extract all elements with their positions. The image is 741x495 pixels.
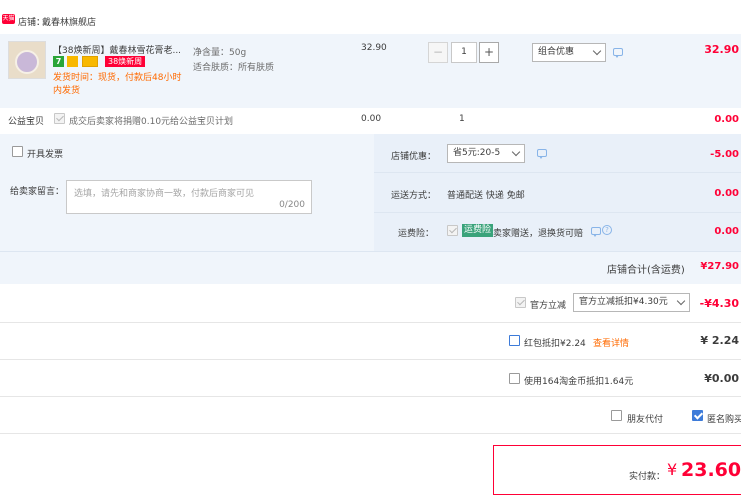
shop-label: 店铺：: [18, 18, 46, 28]
red-packet-checkbox[interactable]: [509, 335, 520, 346]
charity-label: 公益宝贝: [8, 117, 45, 127]
coins-amount: ¥0.00: [704, 372, 739, 385]
chat-icon[interactable]: [613, 48, 623, 58]
shop-total-label: 店铺合计(含运费): [607, 265, 685, 276]
message-textarea[interactable]: 选填，请先和商家协商一致，付款后商家可见 0/200: [66, 180, 312, 214]
promo-select-value: 组合优惠: [538, 47, 575, 57]
promo-tag: 38焕新周: [105, 56, 146, 67]
anonymous-label: 匿名购买: [707, 415, 741, 425]
insurance-label: 运费险：: [398, 229, 435, 239]
shipping-note: 发货时间：现货，付款后48小时内发货: [53, 73, 182, 96]
row-divider: [374, 212, 741, 213]
insurance-checkbox[interactable]: [447, 225, 458, 236]
divider: [0, 433, 741, 434]
red-packet-amount: ¥ 2.24: [700, 334, 739, 347]
charity-price: 0.00: [361, 114, 382, 124]
chat-icon[interactable]: [591, 227, 601, 237]
shop-total-amount: ¥27.90: [700, 261, 739, 272]
item-row: 【38焕新周】戴春林雪花膏老... 7 38焕新周 发货时间：现货，付款后48小…: [0, 34, 741, 108]
invoice-label: 开具发票: [27, 150, 64, 160]
tmall-badge: 天猫: [2, 14, 15, 24]
delivery-method: 普通配送 快递 免邮: [447, 191, 525, 201]
seven-day-return-icon: 7: [53, 56, 64, 67]
charity-text: 成交后卖家将捐赠0.10元给公益宝贝计划: [69, 117, 234, 127]
insurance-amount: 0.00: [714, 226, 739, 237]
official-discount-checkbox[interactable]: [515, 297, 526, 308]
insurance-tag: 运费险: [462, 224, 494, 237]
chat-icon[interactable]: [537, 149, 547, 159]
help-icon[interactable]: ?: [602, 225, 612, 235]
delivery-label: 运送方式：: [391, 191, 437, 201]
guarantee-icon: [67, 56, 78, 67]
official-discount-value: 官方立减抵扣¥4.30元: [579, 297, 668, 307]
friend-pay-label: 朋友代付: [627, 415, 664, 425]
official-discount-select[interactable]: 官方立减抵扣¥4.30元: [573, 293, 690, 312]
promo-select[interactable]: 组合优惠: [532, 43, 606, 62]
payment-currency: ¥: [667, 460, 678, 479]
store-discount-select[interactable]: 省5元:20-5: [447, 144, 525, 163]
decrement-button[interactable]: −: [428, 42, 448, 63]
divider: [0, 396, 741, 397]
increment-button[interactable]: +: [479, 42, 499, 63]
card-icon: [82, 56, 98, 67]
store-discount-amount: -5.00: [710, 149, 739, 160]
chevron-down-icon: [676, 296, 686, 306]
store-discount-label: 店铺优惠：: [391, 152, 437, 162]
item-subtotal: 32.90: [704, 43, 739, 56]
message-label: 给卖家留言：: [10, 187, 65, 197]
payment-amount: 23.60: [681, 459, 741, 481]
charity-checkbox[interactable]: [54, 113, 65, 124]
charity-total: 0.00: [714, 114, 739, 125]
unit-price: 32.90: [361, 43, 387, 53]
order-options-panel: 开具发票 给卖家留言： 选填，请先和商家协商一致，付款后商家可见 0/200 店…: [0, 134, 741, 284]
red-packet-details-link[interactable]: 查看详情: [593, 336, 629, 349]
sku-net-content: 净含量：50g: [193, 48, 247, 58]
shop-name[interactable]: 戴春林旗舰店: [42, 15, 96, 28]
message-counter: 0/200: [279, 200, 305, 210]
item-title[interactable]: 【38焕新周】戴春林雪花膏老...: [53, 43, 181, 56]
store-discount-value: 省5元:20-5: [453, 148, 501, 158]
divider: [0, 322, 741, 323]
invoice-checkbox[interactable]: [12, 146, 23, 157]
product-image[interactable]: [8, 41, 46, 79]
official-discount-label: 官方立减: [530, 301, 567, 311]
insurance-text: 卖家赠送，退换货可赔: [493, 229, 584, 239]
delivery-amount: 0.00: [714, 188, 739, 199]
quantity-stepper: − 1 +: [428, 42, 500, 63]
chevron-down-icon: [511, 147, 521, 157]
friend-pay-checkbox[interactable]: [611, 410, 622, 421]
charity-qty: 1: [459, 114, 465, 124]
anonymous-checkbox[interactable]: [692, 410, 703, 421]
message-placeholder: 选填，请先和商家协商一致，付款后商家可见: [74, 189, 255, 199]
official-discount-amount: -¥4.30: [699, 297, 739, 310]
payment-box: 实付款： ¥ 23.60: [493, 445, 741, 495]
chevron-down-icon: [592, 46, 602, 56]
sku-skin-type: 适合肤质：所有肤质: [193, 63, 275, 73]
row-divider: [374, 172, 741, 173]
charity-row: 公益宝贝 成交后卖家将捐赠0.10元给公益宝贝计划 0.00 1 0.00: [0, 108, 741, 132]
coins-label: 使用164淘金币抵扣1.64元: [524, 377, 634, 387]
quantity-input[interactable]: 1: [451, 42, 477, 63]
row-divider: [0, 251, 741, 252]
coins-checkbox[interactable]: [509, 373, 520, 384]
payment-label: 实付款：: [629, 472, 666, 482]
red-packet-label: 红包抵扣¥2.24: [524, 339, 586, 349]
divider: [0, 359, 741, 360]
